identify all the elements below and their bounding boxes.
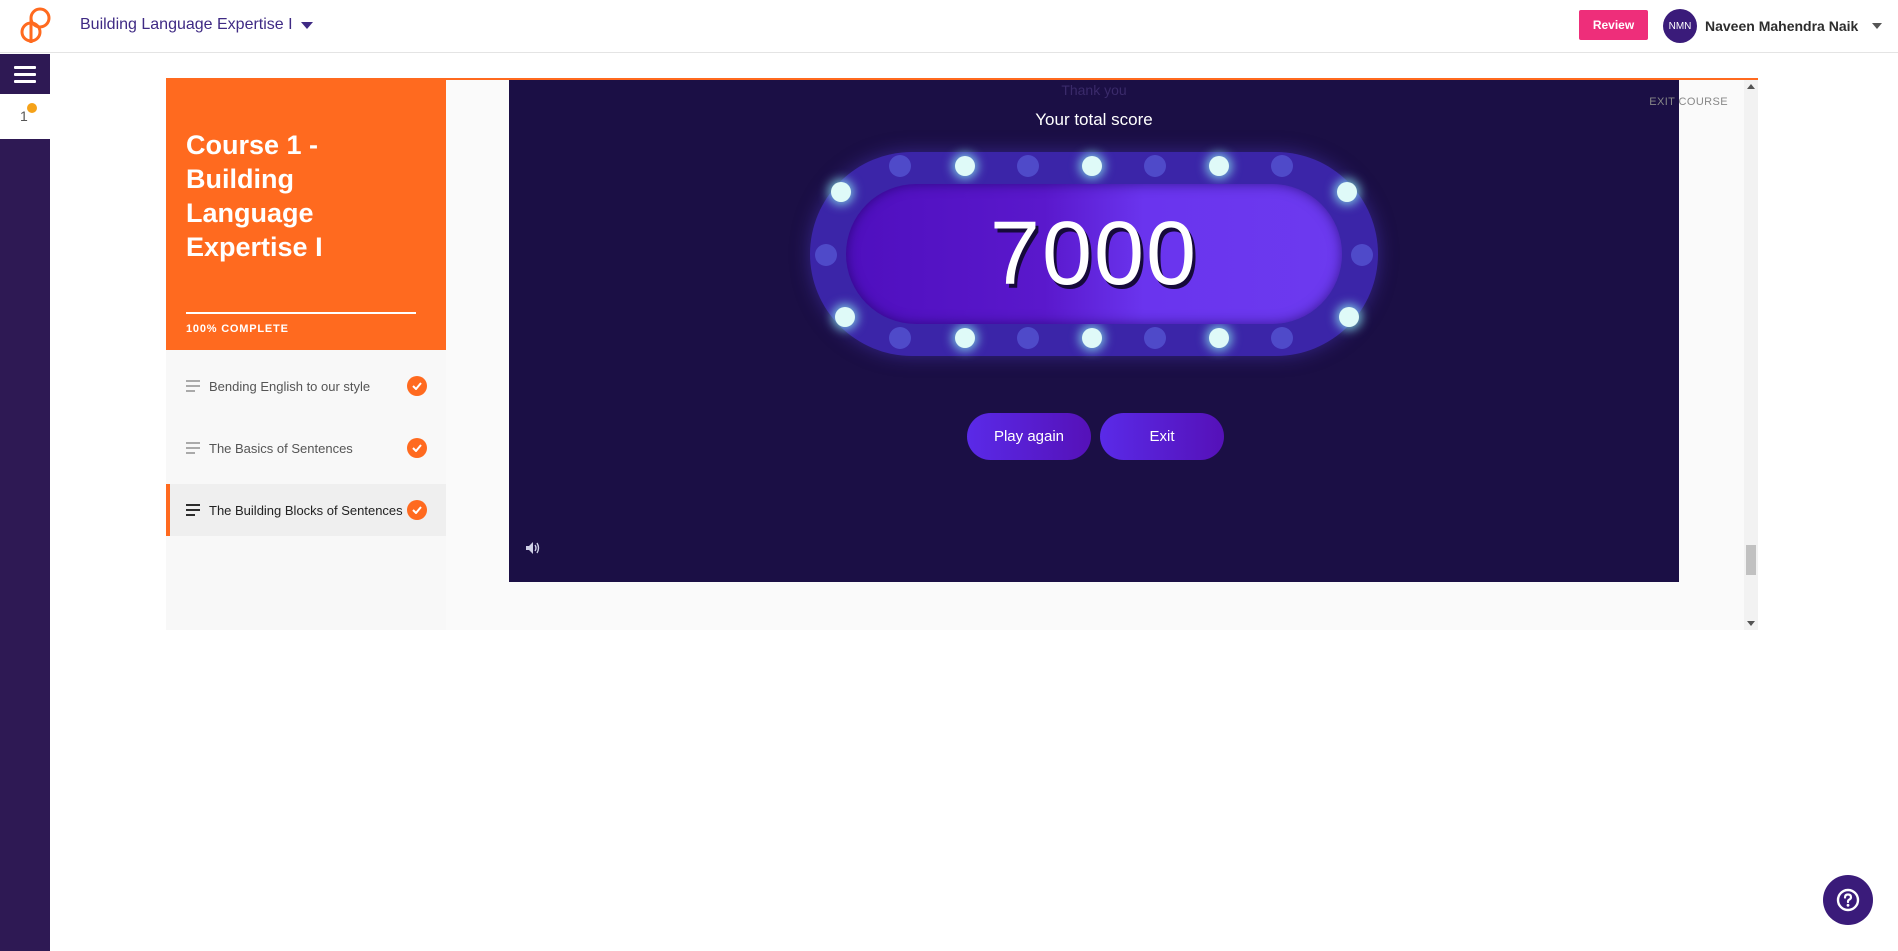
speaker-icon[interactable] (525, 541, 541, 555)
marquee-bulb (955, 156, 975, 176)
marquee-bulb (1017, 155, 1039, 177)
total-score: 7000 (989, 203, 1199, 304)
play-again-button[interactable]: Play again (967, 413, 1091, 460)
lesson-item[interactable]: Bending English to our style (166, 360, 446, 412)
exit-game-button[interactable]: Exit (1100, 413, 1224, 460)
chevron-down-icon (300, 21, 313, 29)
marquee-bulb (889, 327, 911, 349)
marquee-bulb (1271, 155, 1293, 177)
progress-bar (186, 312, 416, 314)
scroll-down-icon[interactable] (1747, 621, 1755, 626)
exit-course-link[interactable]: EXIT COURSE (1649, 96, 1728, 108)
marquee-bulb (1351, 244, 1373, 266)
score-panel: 7000 (846, 184, 1342, 324)
check-icon (407, 438, 427, 458)
logo-icon[interactable] (18, 6, 54, 44)
lesson-item[interactable]: The Basics of Sentences (166, 422, 446, 474)
left-rail: 1 (0, 54, 50, 951)
marquee-bulb (1082, 156, 1102, 176)
course-selector[interactable]: Building Language Expertise I (80, 13, 313, 37)
score-label: Your total score (1035, 110, 1153, 129)
marquee-bulb (1144, 327, 1166, 349)
help-button[interactable] (1823, 875, 1873, 925)
lesson-lines-icon (186, 504, 200, 519)
notification-dot (27, 103, 37, 113)
avatar: NMN (1663, 9, 1697, 43)
marquee-bulb (889, 155, 911, 177)
lesson-lines-icon (186, 380, 200, 395)
marquee-bulb (1271, 327, 1293, 349)
scroll-thumb[interactable] (1746, 545, 1756, 575)
marquee-bulb (1144, 155, 1166, 177)
course-selector-label: Building Language Expertise I (80, 16, 293, 33)
course-title: Course 1 - Building Language Expertise I (186, 130, 323, 262)
partial-heading: Thank you (1061, 82, 1127, 98)
check-icon (407, 376, 427, 396)
content-scrollbar[interactable] (1744, 80, 1758, 630)
marquee-bulb (1017, 327, 1039, 349)
scroll-up-icon[interactable] (1747, 84, 1755, 89)
user-menu[interactable]: NMN Naveen Mahendra Naik (1663, 9, 1883, 43)
hamburger-icon[interactable] (0, 54, 50, 94)
lesson-label: The Basics of Sentences (209, 440, 353, 456)
lesson-list: Bending English to our style The Basics … (166, 350, 446, 630)
lesson-item-active[interactable]: The Building Blocks of Sentences (166, 484, 446, 536)
course-header: Course 1 - Building Language Expertise I… (166, 80, 446, 350)
chevron-down-icon (1872, 23, 1883, 29)
lesson-label: Bending English to our style (209, 378, 371, 394)
score-marquee: 7000 (810, 152, 1378, 356)
top-bar: Building Language Expertise I Review NMN… (0, 0, 1898, 53)
marquee-bulb (815, 244, 837, 266)
marquee-bulb (1339, 307, 1359, 327)
marquee-bulb (1209, 328, 1229, 348)
user-name: Naveen Mahendra Naik (1705, 18, 1859, 34)
marquee-bulb (955, 328, 975, 348)
game-stage: Thank you Your total score 7000 Play aga… (509, 80, 1679, 582)
notification-item[interactable]: 1 (0, 94, 50, 139)
marquee-bulb (1209, 156, 1229, 176)
progress-text: 100% COMPLETE (186, 323, 289, 335)
check-icon (407, 500, 427, 520)
course-frame: Course 1 - Building Language Expertise I… (166, 78, 1758, 630)
review-button[interactable]: Review (1579, 10, 1648, 40)
lesson-content: Thank you Your total score 7000 Play aga… (446, 80, 1758, 630)
lesson-label: The Building Blocks of Sentences (209, 502, 403, 518)
lesson-lines-icon (186, 442, 200, 457)
marquee-bulb (1082, 328, 1102, 348)
help-icon (1836, 888, 1860, 912)
